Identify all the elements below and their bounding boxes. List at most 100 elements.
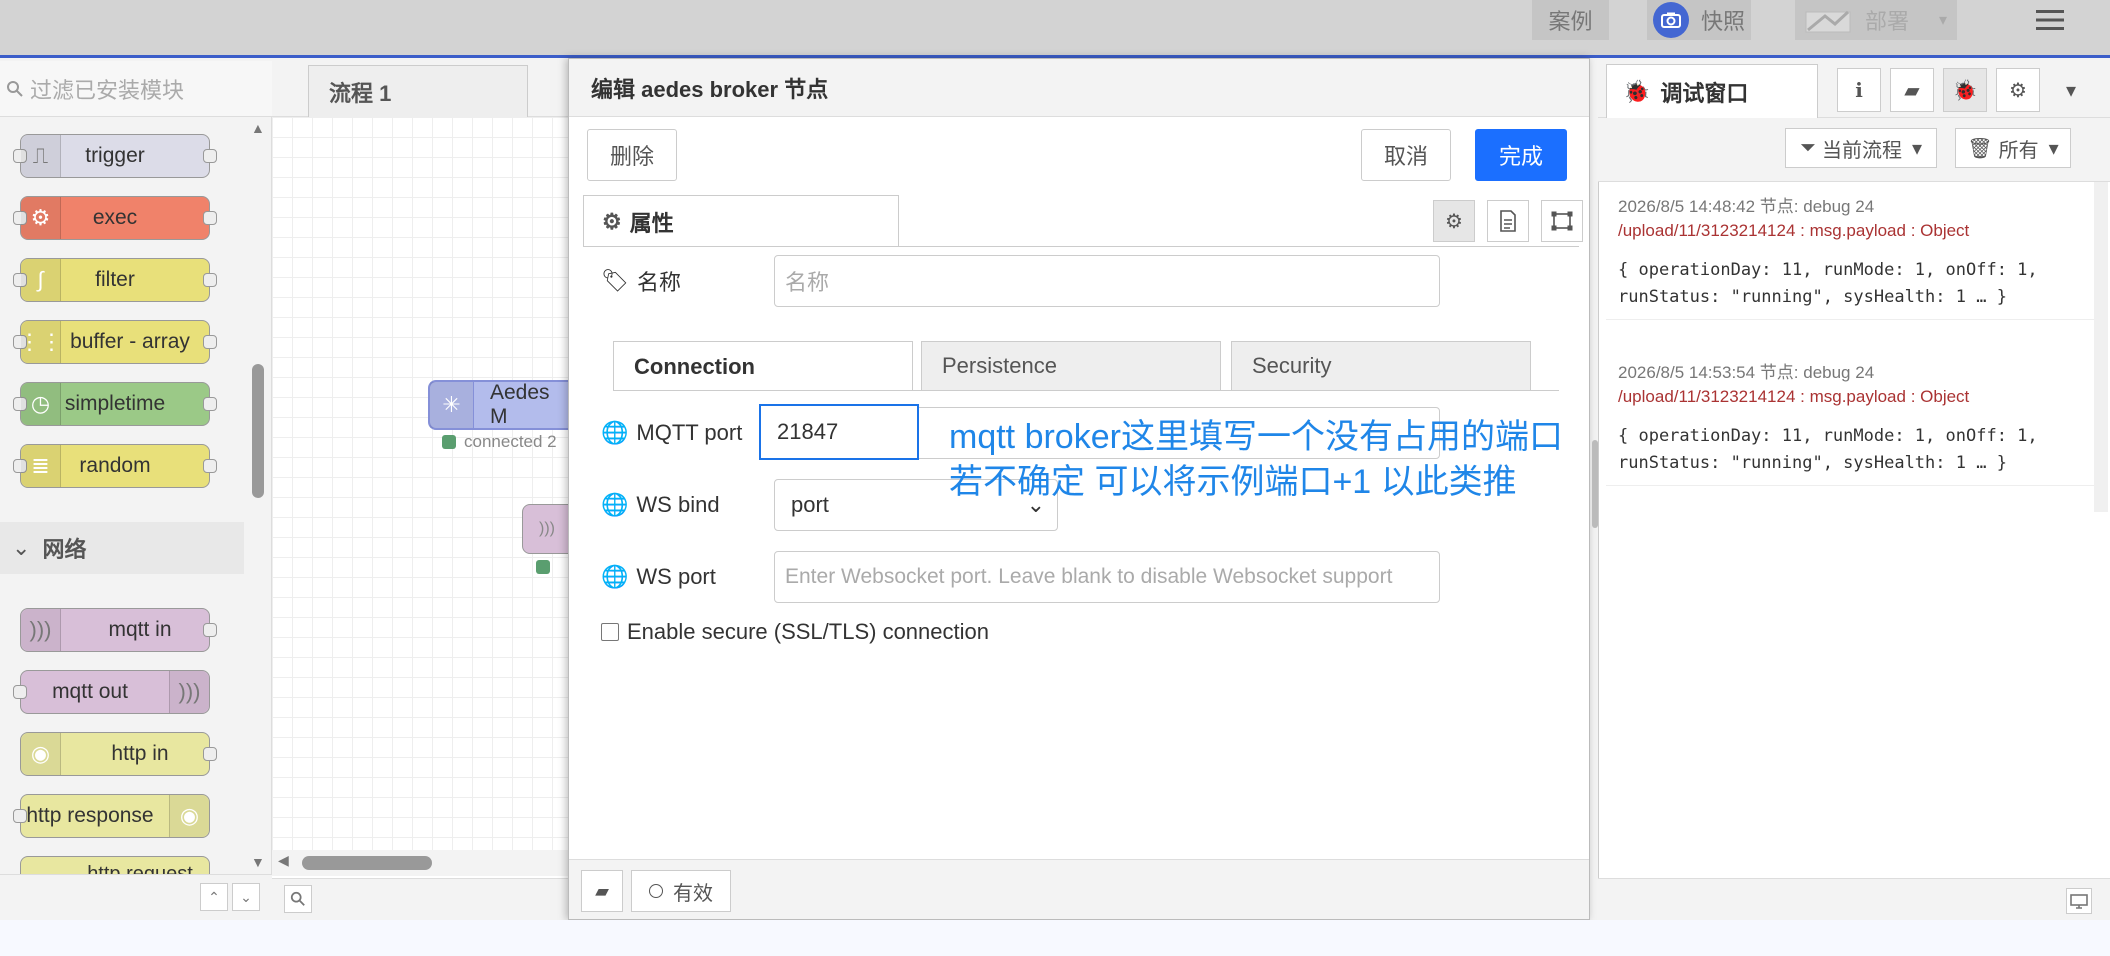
annotation-line-1: mqtt broker这里填写一个没有占用的端口 bbox=[949, 418, 1563, 456]
mqtt-icon: ))) bbox=[21, 609, 61, 651]
palette-node-label: filter bbox=[95, 268, 135, 291]
node-settings-button[interactable]: ⚙ bbox=[1433, 200, 1475, 242]
debug-message-meta: 2026/8/5 14:48:42 节点: debug 24 bbox=[1618, 197, 1875, 216]
status-dot-icon bbox=[536, 560, 550, 574]
globe-icon: 🌐 bbox=[601, 564, 629, 589]
tab-label: 调试窗口 bbox=[1660, 80, 1749, 106]
ssl-label: Enable secure (SSL/TLS) connection bbox=[627, 619, 989, 644]
palette-node-mqtt-out[interactable]: mqtt out ))) bbox=[13, 670, 210, 714]
debug-message-topic: /upload/11/3123214124 : msg.payload : Ob… bbox=[1618, 221, 1970, 240]
search-icon bbox=[7, 80, 23, 97]
palette-node-buffer-array[interactable]: ⋮⋮ buffer - array bbox=[13, 320, 217, 364]
node-appearance-button[interactable] bbox=[1541, 200, 1583, 242]
snapshot-button[interactable]: 快照 bbox=[1647, 0, 1751, 40]
workspace-grid[interactable] bbox=[272, 117, 572, 859]
globe-icon: 🌐 bbox=[601, 420, 629, 445]
mqtt-port-input[interactable]: 21847 bbox=[759, 404, 919, 460]
book-icon: ▰ bbox=[595, 880, 609, 901]
subtab-security[interactable]: Security bbox=[1231, 341, 1531, 391]
info-tab-button[interactable]: i bbox=[1837, 68, 1881, 112]
aedes-broker-node[interactable]: ✳ Aedes M bbox=[428, 380, 572, 430]
palette-search-placeholder: 过滤已安装模块 bbox=[30, 77, 185, 103]
caret-down-icon: ▾ bbox=[2065, 79, 2077, 102]
caret-down-icon: ▾ bbox=[1911, 137, 1923, 160]
deploy-icon bbox=[1805, 10, 1851, 33]
globe-icon: ◉ bbox=[21, 733, 61, 775]
node-help-button[interactable]: ▰ bbox=[581, 870, 623, 912]
debug-payload[interactable]: { operationDay: 11, runMode: 1, onOff: 1… bbox=[1606, 415, 2094, 485]
filter-icon: ∫ bbox=[21, 259, 61, 301]
ssl-checkbox-row[interactable]: Enable secure (SSL/TLS) connection bbox=[601, 619, 989, 645]
deploy-button[interactable]: 部署 ▾ bbox=[1795, 0, 1957, 40]
document-icon bbox=[1500, 210, 1516, 232]
done-button[interactable]: 完成 bbox=[1475, 129, 1567, 181]
palette-node-trigger[interactable]: ⎍ trigger bbox=[13, 134, 217, 178]
info-icon: i bbox=[1855, 78, 1863, 102]
debug-scrollbar[interactable] bbox=[2094, 182, 2108, 512]
expand-all-icon[interactable]: ⌄ bbox=[232, 883, 260, 911]
palette-node-exec[interactable]: ⚙ exec bbox=[13, 196, 217, 240]
debug-message[interactable]: 2026/8/5 14:53:54 节点: debug 24 /upload/1… bbox=[1606, 348, 2094, 486]
subtab-persistence[interactable]: Persistence bbox=[921, 341, 1221, 391]
subtab-connection[interactable]: Connection bbox=[613, 341, 913, 391]
tab-label: 属性 bbox=[629, 210, 674, 236]
buffer-icon: ⋮⋮ bbox=[19, 321, 63, 363]
debug-filter-flow-dropdown[interactable]: ⏷ 当前流程 ▾ bbox=[1785, 128, 1937, 168]
palette-node-http-response[interactable]: http response ◉ bbox=[13, 794, 210, 838]
tab-properties[interactable]: ⚙ 属性 bbox=[583, 195, 899, 247]
monitor-icon[interactable] bbox=[2066, 888, 2092, 914]
cases-button[interactable]: 案例 bbox=[1532, 0, 1609, 40]
tab-debug[interactable]: 🐞 调试窗口 bbox=[1606, 64, 1818, 118]
mqtt-icon: ))) bbox=[539, 520, 555, 537]
debug-payload[interactable]: { operationDay: 11, runMode: 1, onOff: 1… bbox=[1606, 249, 2094, 319]
gear-icon: ⚙ bbox=[21, 197, 61, 239]
collapse-all-icon[interactable]: ⌃ bbox=[200, 883, 228, 911]
palette-node-http-in[interactable]: ◉ http in bbox=[20, 732, 217, 776]
palette-scrollbar[interactable]: ▲ ▼ bbox=[251, 120, 265, 870]
sidebar-menu-button[interactable]: ▾ bbox=[2049, 68, 2093, 112]
palette-node-mqtt-in[interactable]: ))) mqtt in bbox=[20, 608, 217, 652]
node-description-button[interactable] bbox=[1487, 200, 1529, 242]
annotation-text: mqtt broker这里填写一个没有占用的端口 若不确定 可以将示例端口+1 … bbox=[949, 415, 1563, 505]
search-icon[interactable] bbox=[284, 885, 312, 913]
chevron-down-icon: ⌄ bbox=[12, 535, 31, 560]
node-label: Aedes M bbox=[490, 381, 550, 428]
palette-footer: ⌃ ⌄ bbox=[0, 874, 272, 920]
cancel-button[interactable]: 取消 bbox=[1361, 129, 1451, 181]
tab-divider bbox=[583, 246, 1579, 247]
caret-down-icon: ▾ bbox=[2048, 137, 2059, 160]
ssl-checkbox[interactable] bbox=[601, 623, 619, 641]
palette-node-simpletime[interactable]: ◷ simpletime bbox=[13, 382, 217, 426]
tray-footer: ▰ 有效 bbox=[569, 859, 1589, 919]
palette-category-network[interactable]: ⌄ 网络 bbox=[0, 522, 244, 574]
palette-node-filter[interactable]: ∫ filter bbox=[13, 258, 217, 302]
list-icon: ≣ bbox=[21, 445, 61, 487]
main-menu-button[interactable] bbox=[2020, 0, 2080, 40]
palette-node-random[interactable]: ≣ random bbox=[13, 444, 217, 488]
delete-button[interactable]: 删除 bbox=[587, 129, 677, 181]
config-tab-button[interactable]: ⚙ bbox=[1996, 68, 2040, 112]
debug-message-meta: 2026/8/5 14:53:54 节点: debug 24 bbox=[1618, 363, 1875, 382]
palette-search-input[interactable]: 过滤已安装模块 bbox=[0, 61, 308, 117]
help-tab-button[interactable]: ▰ bbox=[1890, 68, 1934, 112]
name-input[interactable]: 名称 bbox=[774, 255, 1440, 307]
debug-message[interactable]: 2026/8/5 14:48:42 节点: debug 24 /upload/1… bbox=[1606, 182, 2094, 320]
mqtt-node[interactable]: ))) bbox=[522, 504, 572, 554]
deploy-dropdown-caret-icon[interactable]: ▾ bbox=[1939, 10, 1947, 30]
debug-tab-button[interactable]: 🐞 bbox=[1943, 68, 1987, 112]
dropdown-label: 当前流程 bbox=[1821, 139, 1902, 162]
tab-flow-1[interactable]: 流程 1 bbox=[308, 65, 528, 117]
dropdown-label: 所有 bbox=[1998, 139, 2039, 162]
debug-clear-dropdown[interactable]: 🗑 所有 ▾ bbox=[1955, 128, 2071, 168]
edit-tray: 编辑 aedes broker 节点 删除 取消 完成 ⚙ 属性 ⚙ 🏷 名称 … bbox=[568, 58, 1590, 920]
label-text: MQTT port bbox=[636, 420, 743, 445]
enabled-toggle[interactable]: 有效 bbox=[631, 870, 731, 912]
ws-port-input[interactable]: Enter Websocket port. Leave blank to dis… bbox=[774, 551, 1440, 603]
snapshot-label: 快照 bbox=[1700, 9, 1745, 34]
label-text: 名称 bbox=[636, 270, 681, 295]
bug-icon: 🐞 bbox=[1623, 78, 1651, 104]
mqtt-icon: ))) bbox=[169, 671, 209, 713]
debug-message-topic: /upload/11/3123214124 : msg.payload : Ob… bbox=[1618, 387, 1970, 406]
workspace-hscroll[interactable]: ◀ bbox=[272, 850, 572, 876]
node-status: connected 2 bbox=[442, 432, 572, 452]
